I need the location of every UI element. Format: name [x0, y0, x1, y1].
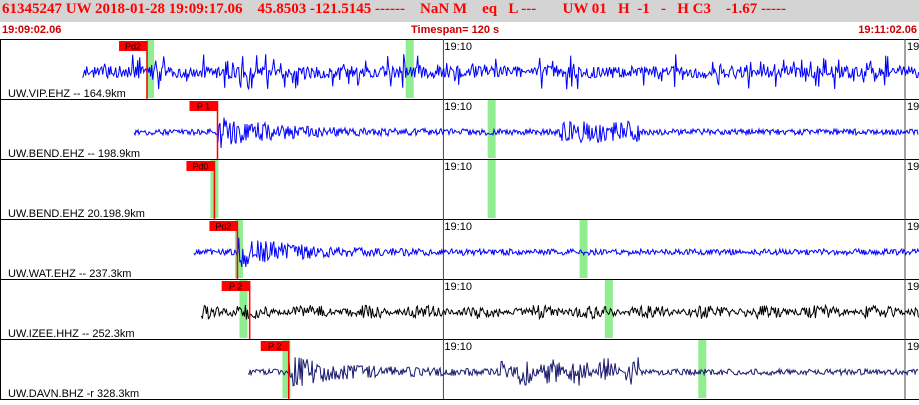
minute-tick-label: 19:10	[444, 281, 472, 293]
minute-tick-label: 19:10	[444, 341, 472, 353]
edge-tick-label: 19	[907, 41, 919, 53]
station-panel[interactable]: 19:10 19 P 1 UW.BEND.EHZ -- 198.9km	[0, 99, 919, 160]
station-panel[interactable]: 19:10 19 Pd2 UW.WAT.EHZ -- 237.3km	[0, 219, 919, 280]
pick-label: P 2	[229, 282, 242, 292]
edge-tick-label: 19	[907, 281, 919, 293]
station-panel[interactable]: 19:10 19 Pd2 UW.VIP.EHZ -- 164.9km	[0, 39, 919, 100]
time-bar: 19:09:02.06 Timespan= 120 s 19:11:02.06	[0, 22, 919, 39]
waveform-trace	[247, 357, 919, 387]
minute-tick-label: 19:10	[444, 41, 472, 53]
station-panel[interactable]: 19:10 19 P 2 UW.DAVN.BHZ -r 328.3km	[0, 339, 919, 400]
green-marker	[579, 220, 588, 278]
station-label: UW.BEND.EHZ 20.198.9km	[8, 208, 145, 220]
minute-tick-label: 19:10	[444, 221, 472, 233]
station-label: UW.BEND.EHZ -- 198.9km	[8, 148, 140, 160]
start-time: 19:09:02.06	[2, 24, 62, 36]
end-time: 19:11:02.06	[858, 24, 917, 36]
pick-label: P 1	[197, 102, 210, 112]
edge-tick-label: 19	[907, 221, 919, 233]
waveform-trace	[82, 54, 919, 90]
minute-tick-label: 19:10	[444, 101, 472, 113]
station-label: UW.IZEE.HHZ -- 252.3km	[8, 328, 135, 340]
station-panel[interactable]: 19:10 19 P 2 UW.IZEE.HHZ -- 252.3km	[0, 279, 919, 340]
event-summary: 61345247 UW 2018-01-28 19:09:17.06 45.85…	[2, 1, 786, 17]
timespan-label: Timespan= 120 s	[411, 24, 500, 36]
minute-tick-label: 19:10	[444, 161, 472, 173]
event-header-bar: 61345247 UW 2018-01-28 19:09:17.06 45.85…	[0, 0, 919, 22]
edge-tick-label: 19	[907, 341, 919, 353]
edge-tick-label: 19	[907, 161, 919, 173]
station-label: UW.DAVN.BHZ -r 328.3km	[8, 388, 139, 400]
seismogram-panels[interactable]: 19:10 19 Pd2 UW.VIP.EHZ -- 164.9km 19:10 19 P …	[0, 39, 919, 405]
seismogram-plot[interactable]: 19:10 19 Pd2 UW.VIP.EHZ -- 164.9km 19:10 19 P …	[0, 39, 919, 400]
pick-label: Pd2	[215, 222, 231, 232]
station-label: UW.WAT.EHZ -- 237.3km	[8, 268, 131, 280]
edge-tick-label: 19	[907, 101, 919, 113]
waveform-trace	[193, 237, 919, 268]
green-marker	[487, 100, 496, 158]
pick-label: Pd0	[192, 162, 208, 172]
station-panel[interactable]: 19:10 19 Pd0 UW.BEND.EHZ 20.198.9km	[0, 159, 919, 220]
waveform-trace	[133, 117, 919, 149]
pick-label: Pd2	[125, 42, 141, 52]
station-label: UW.VIP.EHZ -- 164.9km	[8, 88, 126, 100]
waveform-trace	[200, 303, 919, 321]
pick-label: P 2	[268, 342, 281, 352]
green-marker	[487, 160, 496, 218]
